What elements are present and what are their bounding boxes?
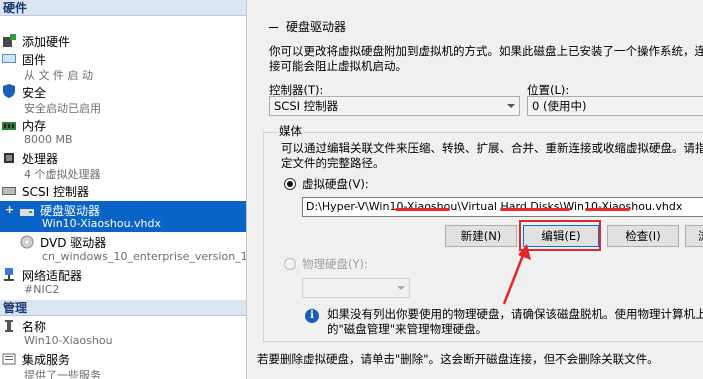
vhd-radio-label: 虚拟硬盘(V): <box>302 177 369 191</box>
physical-disk-label: 物理硬盘(Y): <box>302 257 368 271</box>
physical-disk-select[interactable] <box>302 278 410 298</box>
network-icon <box>4 268 14 281</box>
tree-item-label: 名称 <box>22 320 47 334</box>
tree-item-label: 内存 <box>22 119 47 133</box>
tree-item-sub: 4 个虚拟处理器 <box>24 168 101 181</box>
tree-item-sub: Win10-Xiaoshou <box>24 334 113 347</box>
tree-item-sub: 8000 MB <box>24 133 73 146</box>
tree-item-label: 安全 <box>22 86 47 100</box>
tree-item-sub: Win10-Xiaoshou.vhdx <box>42 217 162 230</box>
controller-select[interactable]: SCSI 控制器 <box>269 96 520 116</box>
name-icon <box>5 320 13 332</box>
controller-icon <box>2 187 16 195</box>
redaction-mark <box>395 208 450 211</box>
redaction-mark <box>500 208 570 211</box>
vm-settings-window: 硬件 添加硬件 固件 从 文 件 启 动 安全 安全启动已启用 内存 8000 … <box>0 0 703 379</box>
tree-item-sub: 从 文 件 启 动 <box>24 69 93 82</box>
physical-disk-radio[interactable] <box>284 258 296 270</box>
media-description: 可以通过编辑关联文件来压缩、转换、扩展、合并、重新连接或收缩虚拟硬盘。请指定文件… <box>281 141 703 170</box>
location-select[interactable]: 0 (使用中) <box>527 96 703 116</box>
tree-item-label: 添加硬件 <box>22 35 71 49</box>
processor-icon <box>4 153 14 163</box>
integration-services-icon <box>2 353 16 365</box>
tree-item-label: DVD 驱动器 <box>40 236 107 250</box>
inspect-button[interactable]: 检查(I) <box>607 225 679 247</box>
memory-icon <box>2 122 16 130</box>
hardware-tree: 硬件 添加硬件 固件 从 文 件 启 动 安全 安全启动已启用 内存 8000 … <box>0 0 247 379</box>
shield-icon <box>3 84 15 98</box>
tree-item-sub: 安全启动已启用 <box>24 102 101 115</box>
tree-item-label: SCSI 控制器 <box>22 185 89 199</box>
tree-item-label: 处理器 <box>22 152 59 166</box>
info-icon: i <box>305 309 319 323</box>
panel-title: 硬盘驱动器 <box>269 18 346 35</box>
tree-item-firmware[interactable]: 固件 从 文 件 启 动 <box>0 50 246 82</box>
panel-description: 你可以更改将虚拟硬盘附加到虚拟机的方式。如果此磁盘上已安装了一个操作系统，连接可… <box>269 44 703 73</box>
firmware-icon <box>2 54 16 63</box>
tree-item-hard-drive[interactable]: + 硬盘驱动器 Win10-Xiaoshou.vhdx <box>0 201 246 232</box>
tree-item-sub: #NIC2 <box>24 283 60 296</box>
tree-item-name[interactable]: 名称 Win10-Xiaoshou <box>0 317 246 349</box>
dvd-icon <box>20 235 34 249</box>
tree-item-label: 固件 <box>22 53 47 67</box>
expand-toggle-icon[interactable]: + <box>5 203 14 216</box>
management-header: 管理 <box>0 300 246 316</box>
tree-item-sub: cn_windows_10_enterprise_version_1... <box>42 250 247 263</box>
footer-text: 若要删除虚拟硬盘，请单击"删除"。这会断开磁盘连接，但不会删除关联文件。 <box>257 352 659 366</box>
tree-item-sub: 提供了一些服务 <box>24 369 101 379</box>
tree-item-add-hardware[interactable]: 添加硬件 <box>0 32 246 50</box>
vhd-radio[interactable] <box>284 178 296 190</box>
tree-item-dvd-drive[interactable]: DVD 驱动器 cn_windows_10_enterprise_version… <box>0 233 247 265</box>
redaction-mark <box>585 208 630 211</box>
add-hardware-icon <box>3 34 16 47</box>
tree-item-integration-services[interactable]: 集成服务 提供了一些服务 <box>0 350 246 379</box>
tree-item-processor[interactable]: 处理器 4 个虚拟处理器 <box>0 149 246 181</box>
hard-drive-icon <box>20 209 34 216</box>
collapse-icon <box>269 27 278 28</box>
chevron-down-icon <box>507 104 515 108</box>
tree-item-network-adapter[interactable]: 网络适配器 #NIC2 <box>0 266 246 298</box>
tree-item-label: 集成服务 <box>22 353 71 367</box>
chevron-down-icon <box>397 286 405 290</box>
tree-item-scsi-controller[interactable]: SCSI 控制器 <box>0 182 246 200</box>
tree-item-label: 网络适配器 <box>22 269 83 283</box>
hardware-header: 硬件 <box>0 0 246 16</box>
hard-drive-settings-panel: 硬盘驱动器 你可以更改将虚拟硬盘附加到虚拟机的方式。如果此磁盘上已安装了一个操作… <box>255 0 703 379</box>
tree-item-memory[interactable]: 内存 8000 MB <box>0 116 246 148</box>
media-label: 媒体 <box>277 123 304 139</box>
tree-item-security[interactable]: 安全 安全启动已启用 <box>0 83 246 115</box>
vhd-path-input[interactable]: D:\Hyper-V\Win10-Xiaoshou\Virtual Hard D… <box>302 197 703 217</box>
annotation-arrow-icon <box>502 244 531 305</box>
browse-button[interactable]: 浏 <box>685 225 703 247</box>
